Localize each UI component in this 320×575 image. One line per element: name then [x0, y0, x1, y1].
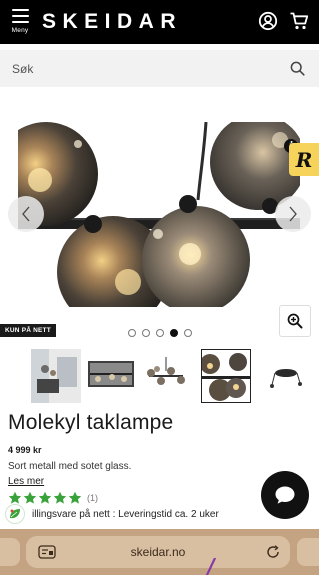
site-logo[interactable]: SKEIDAR — [42, 10, 182, 34]
menu-label: Meny — [11, 27, 29, 34]
browser-edge-left — [0, 538, 20, 566]
thumbnail[interactable] — [141, 349, 191, 403]
thumbnail[interactable] — [31, 349, 81, 403]
previous-image-button[interactable] — [8, 196, 44, 232]
product-description: Sort metall med sotet glass. — [8, 461, 132, 472]
chevron-right-icon — [289, 206, 297, 222]
product-image[interactable] — [18, 122, 300, 307]
pen-stroke-icon — [205, 558, 217, 575]
product-title: Molekyl taklampe — [8, 411, 174, 434]
eco-leaf-icon — [5, 504, 25, 524]
site-header: Meny SKEIDAR — [0, 0, 319, 44]
read-more-link[interactable]: Les mer — [8, 476, 44, 487]
zoom-in-icon — [287, 313, 303, 329]
chat-bubble-icon — [275, 486, 295, 504]
thumbnail[interactable] — [86, 349, 136, 403]
menu-button[interactable]: Meny — [8, 9, 32, 41]
next-image-button[interactable] — [275, 196, 311, 232]
carousel-dots — [0, 329, 319, 337]
search-icon[interactable] — [290, 61, 305, 76]
chat-button[interactable] — [261, 471, 309, 519]
account-icon[interactable] — [258, 11, 278, 31]
browser-toolbar: skeidar.no — [0, 529, 319, 575]
url-text: skeidar.no — [130, 545, 186, 559]
rating-widget-badge[interactable]: R — [289, 143, 319, 176]
delivery-info: illingsvare på nett : Leveringstid ca. 2… — [5, 503, 219, 525]
thumbnail-strip — [0, 349, 319, 405]
search-bar — [0, 50, 319, 87]
thumbnail[interactable] — [262, 349, 312, 403]
menu-icon — [11, 9, 29, 23]
delivery-text: illingsvare på nett : Leveringstid ca. 2… — [32, 508, 219, 520]
carousel-dot[interactable] — [183, 329, 192, 337]
product-price: 4 999 kr — [8, 445, 42, 455]
carousel-dot-active[interactable] — [169, 329, 178, 337]
browser-edge-right — [297, 538, 319, 566]
carousel-dot[interactable] — [127, 329, 136, 337]
rating-count: (1) — [87, 493, 98, 503]
chevron-left-icon — [22, 206, 30, 222]
search-input[interactable] — [0, 50, 280, 87]
cart-icon[interactable] — [289, 11, 309, 31]
reload-icon[interactable] — [266, 545, 280, 559]
carousel-dot[interactable] — [141, 329, 150, 337]
address-bar[interactable]: skeidar.no — [26, 536, 290, 568]
carousel-dot[interactable] — [155, 329, 164, 337]
thumbnail-active[interactable] — [201, 349, 251, 403]
